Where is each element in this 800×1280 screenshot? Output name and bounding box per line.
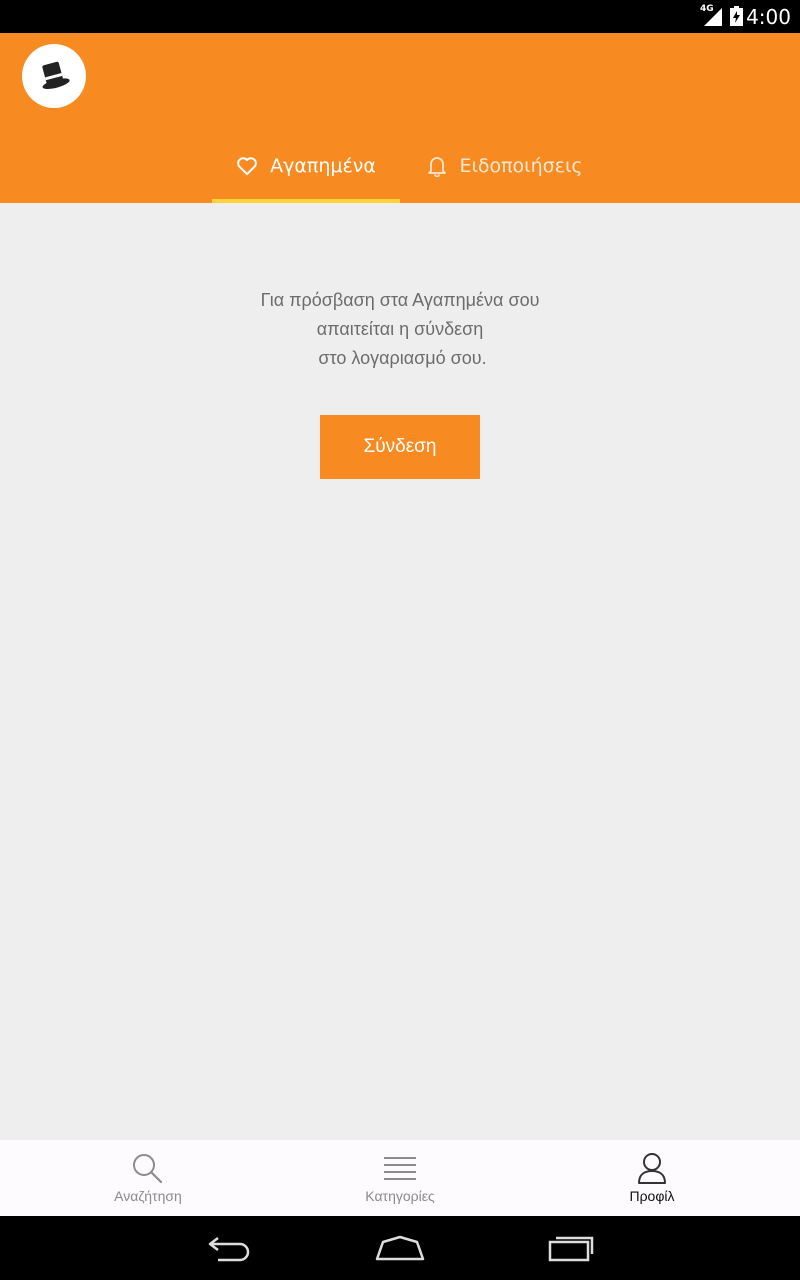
tab-notifications[interactable]: Ειδοποιήσεις bbox=[400, 128, 610, 203]
login-required-message: Για πρόσβαση στα Αγαπημένα σου απαιτείτα… bbox=[0, 286, 800, 373]
tab-favorites[interactable]: Αγαπημένα bbox=[212, 128, 400, 203]
search-icon bbox=[131, 1152, 165, 1184]
message-line: απαιτείται η σύνδεση bbox=[316, 319, 484, 339]
status-bar: 4G 4:00 bbox=[0, 0, 800, 33]
status-time: 4:00 bbox=[746, 5, 791, 29]
app-logo[interactable] bbox=[22, 44, 86, 108]
home-button[interactable] bbox=[370, 1230, 430, 1266]
heart-icon bbox=[236, 156, 258, 176]
nav-label: Προφίλ bbox=[629, 1188, 675, 1204]
nav-label: Κατηγορίες bbox=[365, 1188, 435, 1204]
nav-item-search[interactable]: Αναζήτηση bbox=[15, 1140, 281, 1216]
home-icon bbox=[375, 1235, 425, 1261]
recents-icon bbox=[548, 1236, 594, 1262]
app-header: Αγαπημένα Ειδοποιήσεις bbox=[0, 33, 800, 203]
recents-button[interactable] bbox=[541, 1230, 601, 1266]
back-button[interactable] bbox=[200, 1230, 260, 1266]
system-navigation-bar bbox=[0, 1216, 800, 1280]
profile-icon bbox=[637, 1152, 667, 1184]
list-icon bbox=[383, 1152, 417, 1184]
bottom-navigation: Αναζήτηση Κατηγορίες Προφίλ bbox=[0, 1140, 800, 1216]
tab-favorites-label: Αγαπημένα bbox=[270, 154, 376, 177]
signal-icon bbox=[704, 8, 722, 26]
message-line: στο λογαριασμό σου. bbox=[313, 348, 487, 368]
nav-item-profile[interactable]: Προφίλ bbox=[519, 1140, 785, 1216]
login-button[interactable]: Σύνδεση bbox=[320, 415, 480, 479]
bell-icon bbox=[427, 155, 447, 177]
favorites-content: Για πρόσβαση στα Αγαπημένα σου απαιτείτα… bbox=[0, 203, 800, 1140]
message-line: Για πρόσβαση στα Αγαπημένα σου bbox=[260, 290, 540, 310]
nav-item-categories[interactable]: Κατηγορίες bbox=[267, 1140, 533, 1216]
battery-icon bbox=[730, 6, 743, 26]
tab-notifications-label: Ειδοποιήσεις bbox=[459, 154, 583, 177]
nav-label: Αναζήτηση bbox=[114, 1188, 182, 1204]
back-icon bbox=[208, 1237, 250, 1262]
top-hat-icon bbox=[42, 61, 70, 90]
